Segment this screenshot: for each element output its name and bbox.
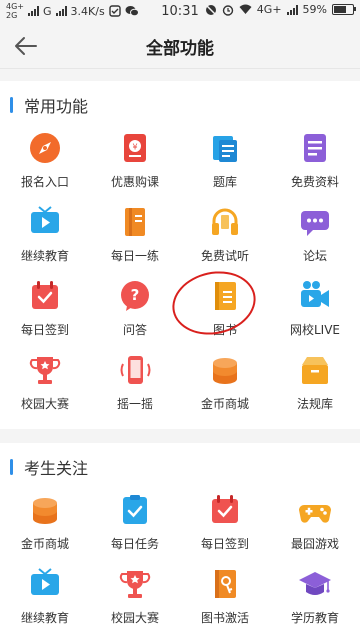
function-item[interactable]: 每日签到: [180, 491, 270, 565]
function-item-label: 校园大赛: [20, 397, 69, 411]
function-item-label: 每日一练: [110, 249, 159, 263]
phone-shake-icon: [120, 356, 151, 384]
calendar-check-icon: [212, 495, 238, 523]
function-item-label: 网校LIVE: [289, 323, 341, 337]
function-item-label: 题库: [212, 175, 237, 189]
graduation-cap-icon: [299, 572, 331, 595]
function-item[interactable]: 继续教育: [0, 565, 90, 639]
function-item-label: 优惠购课: [110, 175, 159, 189]
headphones-icon: [212, 208, 238, 235]
coin-stack-icon: [33, 498, 57, 524]
function-grid: 报名入口 ¥ 优惠购课 题库 免费资料 继续教育 每日一练 免费试听 论坛 每日签到? 问答 图书 网校…: [0, 129, 360, 425]
function-item-label: 金币商城: [200, 397, 249, 411]
function-item-label: 免费资料: [290, 175, 339, 189]
function-item[interactable]: 校园大赛: [90, 565, 180, 639]
function-item-label: 每日任务: [110, 537, 159, 551]
function-item[interactable]: 学历教育: [270, 565, 360, 639]
chat-bubble-icon: [301, 211, 329, 236]
function-grid: 金币商城 每日任务 每日签到 最囧游戏继续教育 校园大赛 图书激活 学历教育: [0, 491, 360, 639]
function-item[interactable]: 金币商城: [0, 491, 90, 565]
wifi-icon: [239, 4, 252, 14]
section-title: 常用功能: [24, 97, 89, 116]
spacer: [0, 69, 360, 81]
status-bar: 4G+ 2G G 3.4K/s 10:31 4G+ 59%: [0, 0, 360, 24]
function-item[interactable]: 免费试听: [180, 203, 270, 277]
section-header: 常用功能: [0, 81, 360, 129]
signal-icon-right: [286, 4, 298, 15]
coupon-icon: ¥: [124, 134, 146, 162]
section-candidate-focus: 考生关注 金币商城 每日任务 每日签到 最囧游戏继续教育 校园大赛 图书激活 学历教育: [0, 443, 360, 643]
function-item-label: 金币商城: [20, 537, 69, 551]
function-item-label: 问答: [122, 323, 147, 337]
function-item-label: 图书激活: [200, 611, 249, 625]
section-common-functions: 常用功能 报名入口 ¥ 优惠购课 题库 免费资料 继续教育 每日一练 免费试听 论坛 每日签到? 问…: [0, 81, 360, 429]
tv-play-icon: [31, 206, 59, 233]
function-item[interactable]: 报名入口: [0, 129, 90, 203]
function-item[interactable]: 金币商城: [180, 351, 270, 425]
tv-play-icon: [31, 568, 59, 595]
spacer: [0, 429, 360, 443]
alarm-icon: [222, 4, 233, 16]
trophy-icon: [29, 357, 61, 384]
function-item-label: 校园大赛: [110, 611, 159, 625]
section-header: 考生关注: [0, 443, 360, 491]
function-item-label: 免费试听: [200, 249, 249, 263]
page-title: 全部功能: [146, 39, 214, 59]
function-item-label: 继续教育: [20, 249, 69, 263]
coin-stack-icon: [213, 358, 237, 384]
function-item-label: 继续教育: [20, 611, 69, 625]
function-item[interactable]: 继续教育: [0, 203, 90, 277]
battery-percent: 59%: [302, 3, 327, 16]
battery-icon: [332, 4, 356, 15]
function-item-label: 报名入口: [20, 175, 69, 189]
book-key-icon: [215, 570, 236, 598]
function-item[interactable]: 网校LIVE: [270, 277, 360, 351]
document-icon: [304, 134, 326, 162]
function-item[interactable]: 免费资料: [270, 129, 360, 203]
function-item-label: 法规库: [296, 397, 333, 411]
calendar-check-icon: [32, 281, 58, 309]
question-bank-icon: [213, 136, 237, 162]
box-icon: [302, 357, 328, 384]
mute-icon: [205, 4, 216, 15]
section-title: 考生关注: [24, 459, 89, 478]
function-item-label: 论坛: [302, 249, 327, 263]
function-item[interactable]: ? 问答: [90, 277, 180, 351]
function-item[interactable]: 摇一摇: [90, 351, 180, 425]
function-item-label: 摇一摇: [116, 397, 153, 411]
gamepad-icon: [299, 505, 331, 523]
function-item-label: 每日签到: [20, 323, 69, 337]
function-item[interactable]: 校园大赛: [0, 351, 90, 425]
function-item[interactable]: 每日一练: [90, 203, 180, 277]
function-item[interactable]: 每日签到: [0, 277, 90, 351]
task-check-icon: [123, 495, 147, 524]
video-camera-icon: [301, 281, 329, 307]
svg-text:¥: ¥: [132, 143, 137, 152]
function-item[interactable]: 论坛: [270, 203, 360, 277]
function-item-label: 每日签到: [200, 537, 249, 551]
function-item[interactable]: 最囧游戏: [270, 491, 360, 565]
function-item-label: 学历教育: [290, 611, 339, 625]
question-bubble-icon: ?: [121, 281, 149, 311]
network-label-right: 4G+: [256, 3, 282, 16]
nav-bar: 全部功能: [0, 24, 360, 69]
function-item[interactable]: 题库: [180, 129, 270, 203]
function-item[interactable]: 法规库: [270, 351, 360, 425]
svg-text:?: ?: [131, 286, 140, 304]
book-icon: [125, 208, 145, 236]
section-accent-bar: [10, 97, 13, 113]
function-item[interactable]: ¥ 优惠购课: [90, 129, 180, 203]
status-right: 4G+ 59%: [205, 3, 356, 16]
function-item[interactable]: 图书激活: [180, 565, 270, 639]
trophy-icon: [119, 571, 151, 598]
section-accent-bar: [10, 459, 13, 475]
function-item-label: 最囧游戏: [290, 537, 339, 551]
compass-icon: [30, 133, 60, 163]
function-item[interactable]: 每日任务: [90, 491, 180, 565]
